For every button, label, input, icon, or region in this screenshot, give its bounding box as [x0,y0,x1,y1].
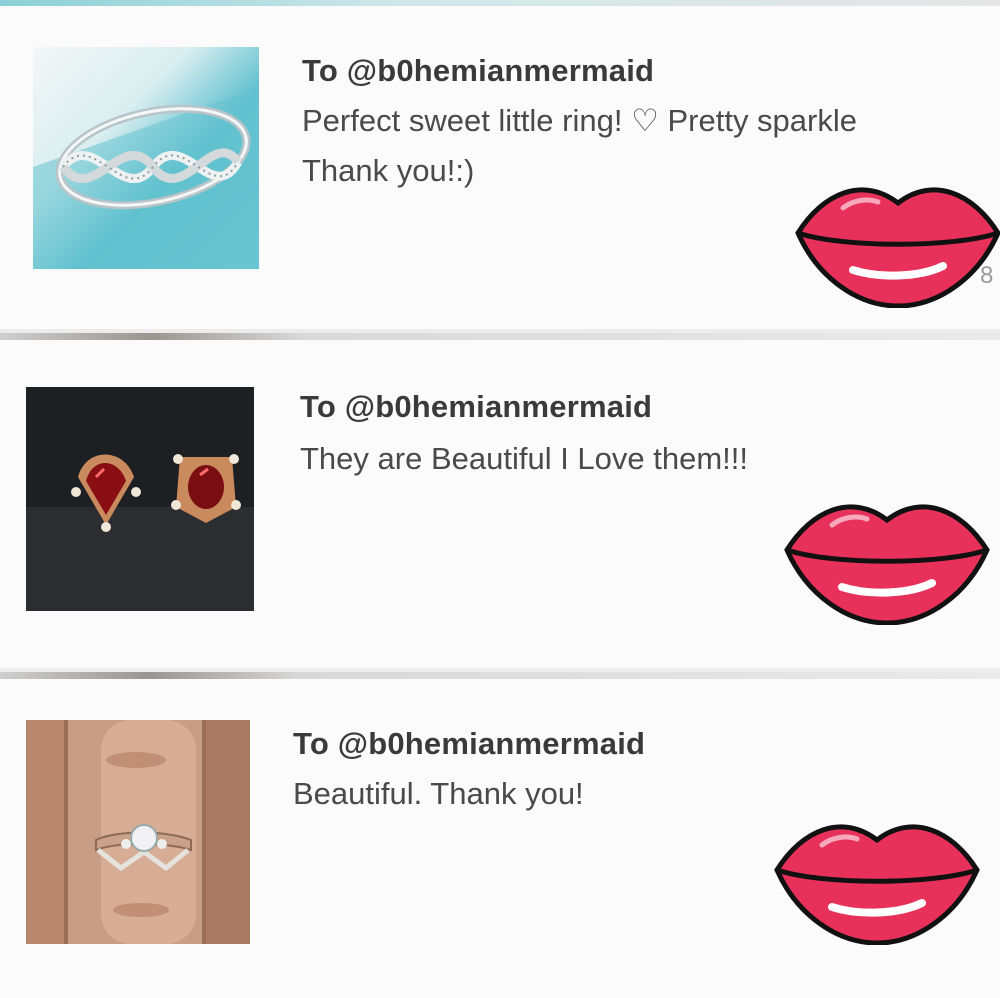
review-text: Beautiful. Thank you! [293,776,584,811]
recipient-title: To @b0hemianmermaid [300,389,653,424]
red-earrings-photo[interactable] [26,387,254,611]
lips-sticker-icon [784,504,990,625]
lips-sticker-icon [774,824,980,945]
review-card[interactable]: To @b0hemianmermaid Perfect sweet little… [0,6,1000,329]
review-text: Perfect sweet little ring! ♡ Pretty spar… [302,103,857,138]
review-text: They are Beautiful I Love them!!! [300,441,749,476]
infinity-ring-photo[interactable] [33,47,259,269]
lips-sticker-icon [795,187,1000,308]
divider [0,333,1000,340]
review-text-line2: Thank you!:) [302,153,475,188]
recipient-title: To @b0hemianmermaid [302,53,655,88]
review-card[interactable]: To @b0hemianmermaid They are Beautiful I… [0,333,1000,668]
review-card[interactable]: To @b0hemianmermaid Beautiful. Thank you… [0,672,1000,998]
recipient-title: To @b0hemianmermaid [293,726,646,761]
ring-on-finger-photo[interactable] [26,720,250,944]
divider [0,672,1000,679]
